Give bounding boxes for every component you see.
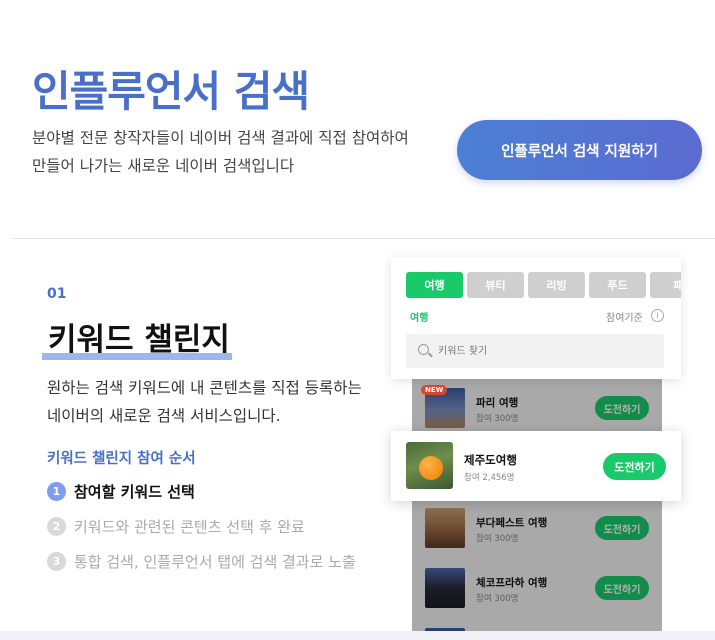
prague-thumbnail bbox=[425, 568, 465, 608]
category-tabs: 여행 뷰티 리빙 푸드 패 bbox=[406, 272, 681, 298]
section-title-wrap: 키워드 챌린지 bbox=[42, 314, 236, 360]
list-item-count: 참여 300명 bbox=[476, 594, 519, 604]
keyword-search-input[interactable] bbox=[438, 341, 648, 361]
challenge-button[interactable]: 도전하기 bbox=[595, 396, 649, 420]
tab-food[interactable]: 푸드 bbox=[589, 272, 646, 298]
new-badge: NEW bbox=[421, 385, 448, 395]
tangerine-image bbox=[419, 456, 443, 480]
tab-living[interactable]: 리빙 bbox=[528, 272, 585, 298]
list-item-name: 제주도여행 bbox=[464, 453, 517, 467]
highlighted-list-item[interactable]: 제주도여행 참여 2,456명 도전하기 bbox=[391, 431, 681, 501]
challenge-button[interactable]: 도전하기 bbox=[595, 576, 649, 600]
list-item[interactable]: 체코프라하 여행 참여 300명 도전하기 bbox=[412, 558, 662, 618]
apply-influencer-button[interactable]: 인플루언서 검색 지원하기 bbox=[457, 120, 702, 180]
step-number-badge: 3 bbox=[47, 552, 66, 571]
step-label: 통합 검색, 인플루언서 탭에 검색 결과로 노출 bbox=[74, 553, 356, 571]
step-number-badge: 1 bbox=[47, 482, 66, 501]
budapest-thumbnail bbox=[425, 508, 465, 548]
section-number: 01 bbox=[47, 286, 67, 302]
hero-description-line: 만들어 나가는 새로운 네이버 검색입니다 bbox=[32, 157, 295, 175]
info-icon[interactable]: i bbox=[651, 309, 664, 322]
hero-description: 분야별 전문 창작자들이 네이버 검색 결과에 직접 참여하여 만들어 나가는 … bbox=[32, 124, 462, 180]
section-title: 키워드 챌린지 bbox=[48, 322, 230, 358]
challenge-button[interactable]: 도전하기 bbox=[595, 516, 649, 540]
step-item[interactable]: 3 통합 검색, 인플루언서 탭에 검색 결과로 노출 bbox=[47, 551, 356, 572]
steps-title: 키워드 챌린지 참여 순서 bbox=[47, 451, 196, 467]
challenge-button[interactable]: 도전하기 bbox=[603, 453, 666, 480]
keyword-search-card: 여행 뷰티 리빙 푸드 패 여행 참여기준 i bbox=[391, 257, 681, 379]
list-item-name: 파리 여행 bbox=[476, 397, 519, 409]
page-title: 인플루언서 검색 bbox=[32, 67, 310, 116]
step-item[interactable]: 1 참여할 키워드 선택 bbox=[47, 481, 195, 502]
list-item-count: 참여 300명 bbox=[476, 414, 519, 424]
step-label: 키워드와 관련된 콘텐츠 선택 후 완료 bbox=[74, 518, 305, 536]
selected-category-label: 여행 bbox=[410, 313, 429, 324]
search-box bbox=[406, 334, 664, 368]
tab-fashion-partial[interactable]: 패 bbox=[650, 272, 681, 298]
footer-band bbox=[0, 631, 715, 640]
step-number-badge: 2 bbox=[47, 517, 66, 536]
step-label: 참여할 키워드 선택 bbox=[74, 483, 195, 501]
section-description-line: 네이버의 새로운 검색 서비스입니다. bbox=[47, 407, 281, 425]
sort-label[interactable]: 참여기준 bbox=[606, 309, 643, 324]
list-item-count: 참여 2,456명 bbox=[464, 473, 515, 483]
list-item-count: 참여 300명 bbox=[476, 534, 519, 544]
section-description-line: 원하는 검색 키워드에 내 콘텐츠를 직접 등록하는 bbox=[47, 379, 362, 397]
tab-travel[interactable]: 여행 bbox=[406, 272, 463, 298]
section-divider bbox=[12, 238, 715, 239]
step-item[interactable]: 2 키워드와 관련된 콘텐츠 선택 후 완료 bbox=[47, 516, 305, 537]
keyword-list: NEW 파리 여행 참여 300명 도전하기 부다페스트 여행 참여 300명 … bbox=[412, 378, 662, 640]
search-icon bbox=[418, 344, 429, 355]
tab-beauty[interactable]: 뷰티 bbox=[467, 272, 524, 298]
list-item[interactable]: 부다페스트 여행 참여 300명 도전하기 bbox=[412, 498, 662, 558]
jeju-thumbnail bbox=[406, 442, 453, 489]
list-item[interactable]: NEW 파리 여행 참여 300명 도전하기 bbox=[412, 378, 662, 438]
list-item-name: 체코프라하 여행 bbox=[476, 577, 548, 589]
hero-description-line: 분야별 전문 창작자들이 네이버 검색 결과에 직접 참여하여 bbox=[32, 129, 409, 147]
section-description: 원하는 검색 키워드에 내 콘텐츠를 직접 등록하는 네이버의 새로운 검색 서… bbox=[47, 374, 407, 430]
list-item-name: 부다페스트 여행 bbox=[476, 517, 548, 529]
